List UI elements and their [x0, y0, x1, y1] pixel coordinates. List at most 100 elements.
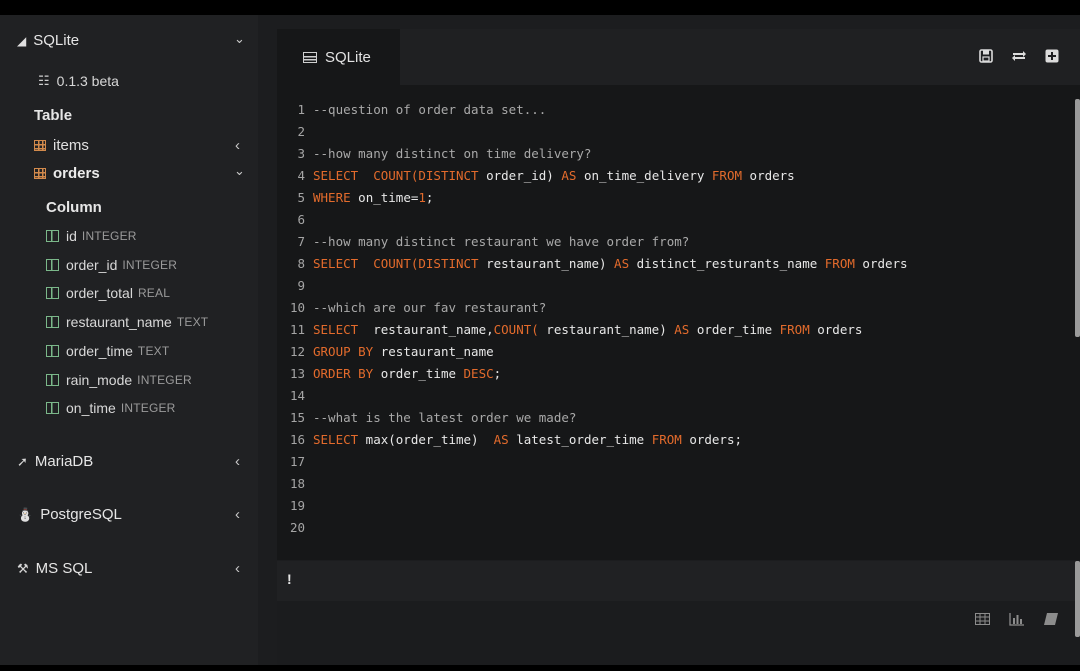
column-type: TEXT — [176, 315, 209, 329]
code-line[interactable]: 17 — [277, 451, 313, 473]
column-icon — [46, 402, 59, 414]
code-token: GROUP BY — [313, 344, 374, 359]
chevron-down-icon[interactable]: ⌄ — [234, 163, 245, 179]
code-line[interactable]: 15 --what is the latest order we made? — [277, 407, 576, 429]
column-item[interactable]: id INTEGER — [46, 228, 137, 244]
sidebar-table-items[interactable]: items — [34, 137, 89, 154]
code-token: distinct_resturants_name — [629, 256, 825, 271]
sql-editor[interactable]: 1 --question of order data set... 2 3 --how … — [277, 99, 1067, 549]
version-text: 0.1.3 beta — [56, 73, 119, 89]
column-name: restaurant_name — [66, 314, 172, 330]
code-line[interactable]: 1 --question of order data set... — [277, 99, 546, 121]
line-number: 19 — [289, 498, 305, 513]
tab-sqlite[interactable]: SQLite — [277, 29, 400, 85]
code-token: orders — [854, 256, 908, 271]
code-line[interactable]: 6 — [277, 209, 313, 231]
code-line[interactable]: 3 --how many distinct on time delivery? — [277, 143, 591, 165]
code-token: orders — [742, 168, 795, 183]
code-token: SELECT — [313, 168, 359, 183]
code-line[interactable]: 16 SELECT max(order_time) AS latest_order… — [277, 429, 742, 451]
column-heading: Column — [46, 199, 102, 216]
column-item[interactable]: restaurant_name TEXT — [46, 314, 208, 330]
line-number: 13 — [289, 366, 305, 381]
column-item[interactable]: order_total REAL — [46, 285, 170, 301]
column-name: order_id — [66, 257, 118, 273]
line-number: 1 — [297, 102, 305, 117]
bar-chart-icon[interactable] — [1009, 613, 1025, 627]
sidebar-db-mssql[interactable]: ⚒ MS SQL — [17, 560, 92, 577]
code-token: orders; — [681, 432, 743, 447]
code-line[interactable]: 9 — [277, 275, 313, 297]
code-line[interactable]: 18 — [277, 473, 313, 495]
code-token: max(order_time) — [358, 432, 494, 447]
chevron-down-icon[interactable]: ⌄ — [234, 31, 245, 47]
sidebar-table-orders[interactable]: orders — [34, 165, 100, 182]
code-line[interactable]: 4 SELECT COUNT(DISTINCT order_id) AS on_t… — [277, 165, 795, 187]
line-number: 14 — [289, 388, 305, 403]
code-token: restaurant_name, — [358, 322, 494, 337]
code-line[interactable]: 12 GROUP BY restaurant_name — [277, 341, 494, 363]
code-token: COUNT(DISTINCT — [373, 168, 479, 183]
chevron-left-icon[interactable]: ‹ — [235, 137, 240, 154]
sidebar-db-mariadb[interactable]: ➚ MariaDB — [17, 453, 93, 470]
eraser-icon[interactable] — [1043, 613, 1059, 627]
line-number: 7 — [297, 234, 305, 249]
code-token: order_id) — [478, 168, 562, 183]
save-icon[interactable] — [978, 48, 994, 64]
code-line[interactable]: 10 --which are our fav restaurant? — [277, 297, 546, 319]
column-item[interactable]: order_time TEXT — [46, 343, 169, 359]
code-token: on_time= — [350, 190, 419, 205]
chevron-left-icon[interactable]: ‹ — [235, 506, 240, 523]
code-token: FROM — [824, 256, 855, 271]
chevron-left-icon[interactable]: ‹ — [235, 560, 240, 577]
column-icon — [46, 374, 59, 386]
code-line[interactable]: 20 — [277, 517, 313, 539]
column-icon — [46, 230, 59, 242]
line-number: 9 — [297, 278, 305, 293]
code-line[interactable]: 19 — [277, 495, 313, 517]
code-token: --question of order data set... — [313, 102, 547, 117]
editor-scrollbar[interactable] — [1075, 99, 1080, 337]
code-line[interactable]: 7 --how many distinct restaurant we have … — [277, 231, 689, 253]
app-window: ◢ SQLite ⌄ ☷ 0.1.3 beta Table items ‹ or… — [0, 15, 1080, 665]
wrench-icon: ⚒ — [17, 560, 29, 576]
sitemap-icon: ☷ — [38, 73, 50, 88]
table-icon — [34, 140, 46, 151]
code-line[interactable]: 8 SELECT COUNT(DISTINCT restaurant_name) … — [277, 253, 908, 275]
code-line[interactable]: 5 WHERE on_time= 1; — [277, 187, 433, 209]
db-title-postgresql: PostgreSQL — [40, 506, 122, 523]
result-marker: ! — [287, 571, 292, 587]
code-token: FROM — [711, 168, 743, 183]
code-token: orders — [809, 322, 863, 337]
result-header: ! — [277, 561, 1080, 601]
line-number: 15 — [289, 410, 305, 425]
code-line[interactable]: 13 ORDER BY order_time DESC; — [277, 363, 501, 385]
column-type: REAL — [137, 286, 171, 300]
table-view-icon[interactable] — [975, 613, 991, 627]
sidebar-db-sqlite[interactable]: ◢ SQLite — [17, 32, 79, 49]
code-line[interactable]: 11 SELECT restaurant_name, COUNT( restaura… — [277, 319, 862, 341]
version-label: ☷ 0.1.3 beta — [38, 73, 119, 89]
refresh-icon[interactable] — [1011, 48, 1027, 64]
code-token: SELECT — [313, 432, 359, 447]
result-scrollbar[interactable] — [1075, 561, 1080, 637]
chevron-left-icon[interactable]: ‹ — [235, 453, 240, 470]
code-token: order_time — [689, 322, 780, 337]
code-token: order_time — [373, 366, 464, 381]
code-token: FROM — [779, 322, 810, 337]
column-icon — [46, 316, 59, 328]
code-line[interactable]: 14 — [277, 385, 313, 407]
column-item[interactable]: rain_mode INTEGER — [46, 372, 192, 388]
code-line[interactable]: 2 — [277, 121, 313, 143]
line-number: 18 — [289, 476, 305, 491]
line-number: 3 — [297, 146, 305, 161]
sidebar: ◢ SQLite ⌄ ☷ 0.1.3 beta Table items ‹ or… — [0, 15, 258, 665]
sidebar-db-postgresql[interactable]: ⛄ PostgreSQL — [17, 506, 122, 523]
column-item[interactable]: order_id INTEGER — [46, 257, 177, 273]
code-token: FROM — [651, 432, 682, 447]
column-item[interactable]: on_time INTEGER — [46, 400, 176, 416]
line-number: 12 — [289, 344, 305, 359]
plus-square-icon[interactable] — [1044, 48, 1060, 64]
line-number: 8 — [297, 256, 305, 271]
db-title-mssql: MS SQL — [35, 560, 93, 577]
